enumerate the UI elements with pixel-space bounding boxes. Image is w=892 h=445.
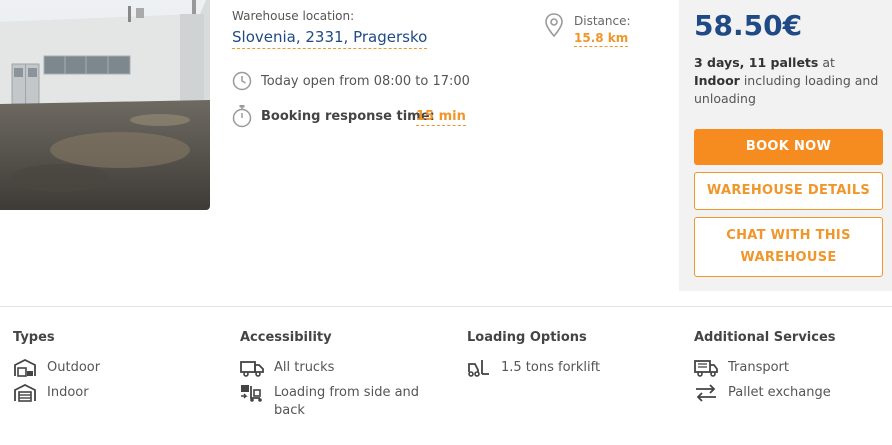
stopwatch-icon: [232, 105, 252, 128]
truck-icon: [240, 361, 264, 377]
book-now-button[interactable]: BOOK NOW: [694, 129, 883, 165]
feature-item: Pallet exchange: [694, 384, 884, 402]
loading-options-section: Loading Options 1.5 tons forklift: [467, 330, 667, 384]
feature-item: All trucks: [240, 359, 440, 377]
chat-button[interactable]: CHAT WITH THIS WAREHOUSE: [694, 217, 883, 277]
distance-label: Distance:: [574, 14, 631, 28]
response-time-value[interactable]: 15 min: [416, 109, 466, 126]
loading-dock-icon: [241, 385, 262, 402]
map-pin-icon: [545, 13, 563, 38]
feature-item: Transport: [694, 359, 884, 377]
clock-icon: [232, 71, 252, 91]
accessibility-section: Accessibility All trucks Loading from si…: [240, 330, 440, 427]
storage-type: Indoor: [694, 73, 740, 88]
opening-hours: Today open from 08:00 to 17:00: [261, 74, 470, 89]
warehouse-outdoor-icon: [14, 359, 36, 377]
pallets: 11 pallets: [748, 55, 819, 70]
exchange-arrows-icon: [696, 384, 716, 402]
feature-item: Outdoor: [13, 359, 213, 377]
transport-truck-icon: [694, 360, 718, 377]
divider: [0, 306, 892, 307]
additional-services-section: Additional Services Transport Pallet exc…: [694, 330, 884, 409]
location-value[interactable]: Slovenia, 2331, Pragersko: [232, 28, 428, 49]
types-section: Types Outdoor Indoor: [13, 330, 213, 409]
warehouse-photo[interactable]: [0, 0, 210, 210]
at: at: [818, 55, 835, 70]
days: 3 days: [694, 55, 740, 70]
response-time-label: Booking response time:: [261, 109, 435, 124]
distance-value[interactable]: 15.8 km: [574, 31, 629, 47]
warehouse-indoor-icon: [14, 384, 36, 402]
warehouse-details-button[interactable]: WAREHOUSE DETAILS: [694, 172, 883, 210]
price: 58.50€: [694, 9, 803, 42]
location-label: Warehouse location:: [232, 9, 355, 23]
feature-item: Indoor: [13, 384, 213, 402]
additional-services-title: Additional Services: [694, 330, 836, 345]
accessibility-title: Accessibility: [240, 330, 332, 345]
forklift-icon: [468, 360, 489, 377]
types-title: Types: [13, 330, 55, 345]
feature-item: 1.5 tons forklift: [467, 359, 667, 377]
comma: ,: [739, 55, 749, 70]
price-description: 3 days, 11 pallets at Indoor including l…: [694, 54, 884, 108]
loading-options-title: Loading Options: [467, 330, 587, 345]
feature-item: Loading from side and back: [240, 384, 440, 420]
